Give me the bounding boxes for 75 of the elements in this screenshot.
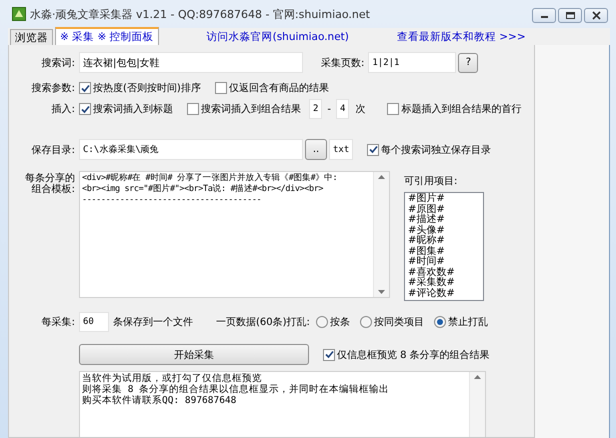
radio-label[interactable]: 禁止打乱 <box>448 315 488 329</box>
extension-field[interactable]: txt <box>329 139 353 160</box>
checkbox[interactable] <box>214 82 227 94</box>
scroll-up-icon[interactable] <box>474 375 481 379</box>
list-label: 可引用项目: <box>404 175 458 188</box>
list-item[interactable]: #昵称# <box>408 236 480 246</box>
checkbox-label[interactable]: 搜索词插入到组合结果 <box>201 102 301 116</box>
help-button[interactable]: ? <box>458 52 478 72</box>
log-line: 购买本软件请联系QQ: 897687648 <box>82 395 238 406</box>
scrollbar[interactable] <box>469 372 485 437</box>
suffix-text: 条保存到一个文件 <box>113 316 193 329</box>
radio-button[interactable] <box>434 316 446 328</box>
log-line: 则将采集 8 条分享的组合结果以信息框显示，并同时在本编辑框输出 <box>82 384 390 395</box>
list-item[interactable]: #时间# <box>408 257 480 268</box>
unit-text: 次 <box>355 103 366 116</box>
field-label: 采集页数: <box>321 56 364 70</box>
checkbox-label[interactable]: 仅信息框预览 8 条分享的组合结果 <box>337 348 490 362</box>
link[interactable]: 查看最新版本和教程 >>> <box>396 30 526 44</box>
count-field[interactable]: 2 <box>309 99 322 119</box>
field-label: 搜索词: <box>40 56 75 70</box>
tab[interactable]: ※ 采集 ※ 控制面板 <box>55 27 159 45</box>
scroll-down-icon[interactable] <box>378 290 385 294</box>
checkbox[interactable] <box>79 82 91 94</box>
list-item[interactable]: #描述# <box>408 215 480 226</box>
start-button[interactable]: 开始采集 <box>79 344 309 365</box>
fields-list[interactable]: #图片# #原图# #描述# #头像# #昵称# #图集# #时间# #喜欢数# #采集数# #评论数# <box>404 192 484 301</box>
checkbox-label[interactable]: 标题插入到组合结果的首行 <box>401 102 522 116</box>
log-line: 当软件为试用版，或打勾了仅信息框预览 <box>82 373 263 384</box>
field-label: 每采集: <box>40 316 75 329</box>
scrollbar[interactable] <box>373 172 389 297</box>
close-icon <box>590 11 602 20</box>
checkbox-label[interactable]: 每个搜索词独立保存目录 <box>381 142 491 156</box>
window-title: 水淼·顽兔文章采集器 v1.21 - QQ:897687648 - 官网:shuimiao.net <box>30 6 371 22</box>
list-item[interactable]: #采集数# <box>408 278 480 288</box>
tab[interactable]: 浏览器 <box>10 29 53 45</box>
browse-button[interactable]: .. <box>305 139 327 160</box>
close-button[interactable] <box>584 8 608 23</box>
checkbox[interactable] <box>187 103 199 115</box>
search-field[interactable]: 连衣裙|包包|女鞋 <box>79 52 303 73</box>
radio-button[interactable] <box>316 316 328 328</box>
checkbox[interactable] <box>79 103 91 115</box>
template-field[interactable]: <div>#昵称#在 #时间# 分享了一张图片并放入专辑《#图集#》中: <br><img src="#图片#"><br>Ta说: #描述#<br></div><br> -------------------------------------- <box>79 171 390 298</box>
checkbox[interactable] <box>387 103 400 115</box>
log-field[interactable]: 当软件为试用版，或打勾了仅信息框预览 则将采集 8 条分享的组合结果以信息框显示，并同时在本编辑框输出 购买本软件请联系QQ: 897687648 <box>79 371 486 437</box>
maximize-icon <box>564 11 576 20</box>
list-item[interactable]: #喜欢数# <box>408 268 480 278</box>
count-field[interactable]: 4 <box>336 99 350 119</box>
pages-field[interactable]: 1|2|1 <box>368 52 456 73</box>
count-field[interactable]: 60 <box>79 312 109 332</box>
radio-label[interactable]: 按同类项目 <box>374 315 424 329</box>
minimize-button[interactable] <box>532 8 556 23</box>
checkbox-label[interactable]: 按热度(否则按时间)排序 <box>93 81 201 95</box>
field-label: 插入: <box>50 102 75 116</box>
list-item[interactable]: #原图# <box>408 204 480 215</box>
app-icon <box>12 7 26 21</box>
folder-field[interactable]: C:\水淼采集\顽兔 <box>79 139 303 160</box>
scroll-up-icon[interactable] <box>378 175 385 179</box>
field-label: 搜索参数: <box>30 82 75 95</box>
checkbox[interactable] <box>323 348 335 360</box>
field-label: 保存目录: <box>30 144 75 156</box>
field-label: 一页数据(60条)打乱: <box>216 316 310 329</box>
field-label: 组合模板: <box>32 184 75 195</box>
dash-text: - <box>327 104 332 114</box>
radio-label[interactable]: 按条 <box>330 315 350 329</box>
list-item[interactable]: #图集# <box>408 246 480 257</box>
radio-button[interactable] <box>360 316 372 328</box>
checkbox-label[interactable]: 搜索词插入到标题 <box>93 102 173 116</box>
list-item[interactable]: #图片# <box>408 194 480 204</box>
checkbox-label[interactable]: 仅返回含有商品的结果 <box>228 81 329 95</box>
list-item[interactable]: #评论数# <box>408 288 480 299</box>
list-item[interactable]: #头像# <box>408 226 480 236</box>
link[interactable]: 访问水淼官网(shuimiao.net) <box>206 30 349 44</box>
field-label: 每条分享的 <box>25 173 75 184</box>
checkbox[interactable] <box>367 144 379 156</box>
maximize-button[interactable] <box>558 8 582 23</box>
